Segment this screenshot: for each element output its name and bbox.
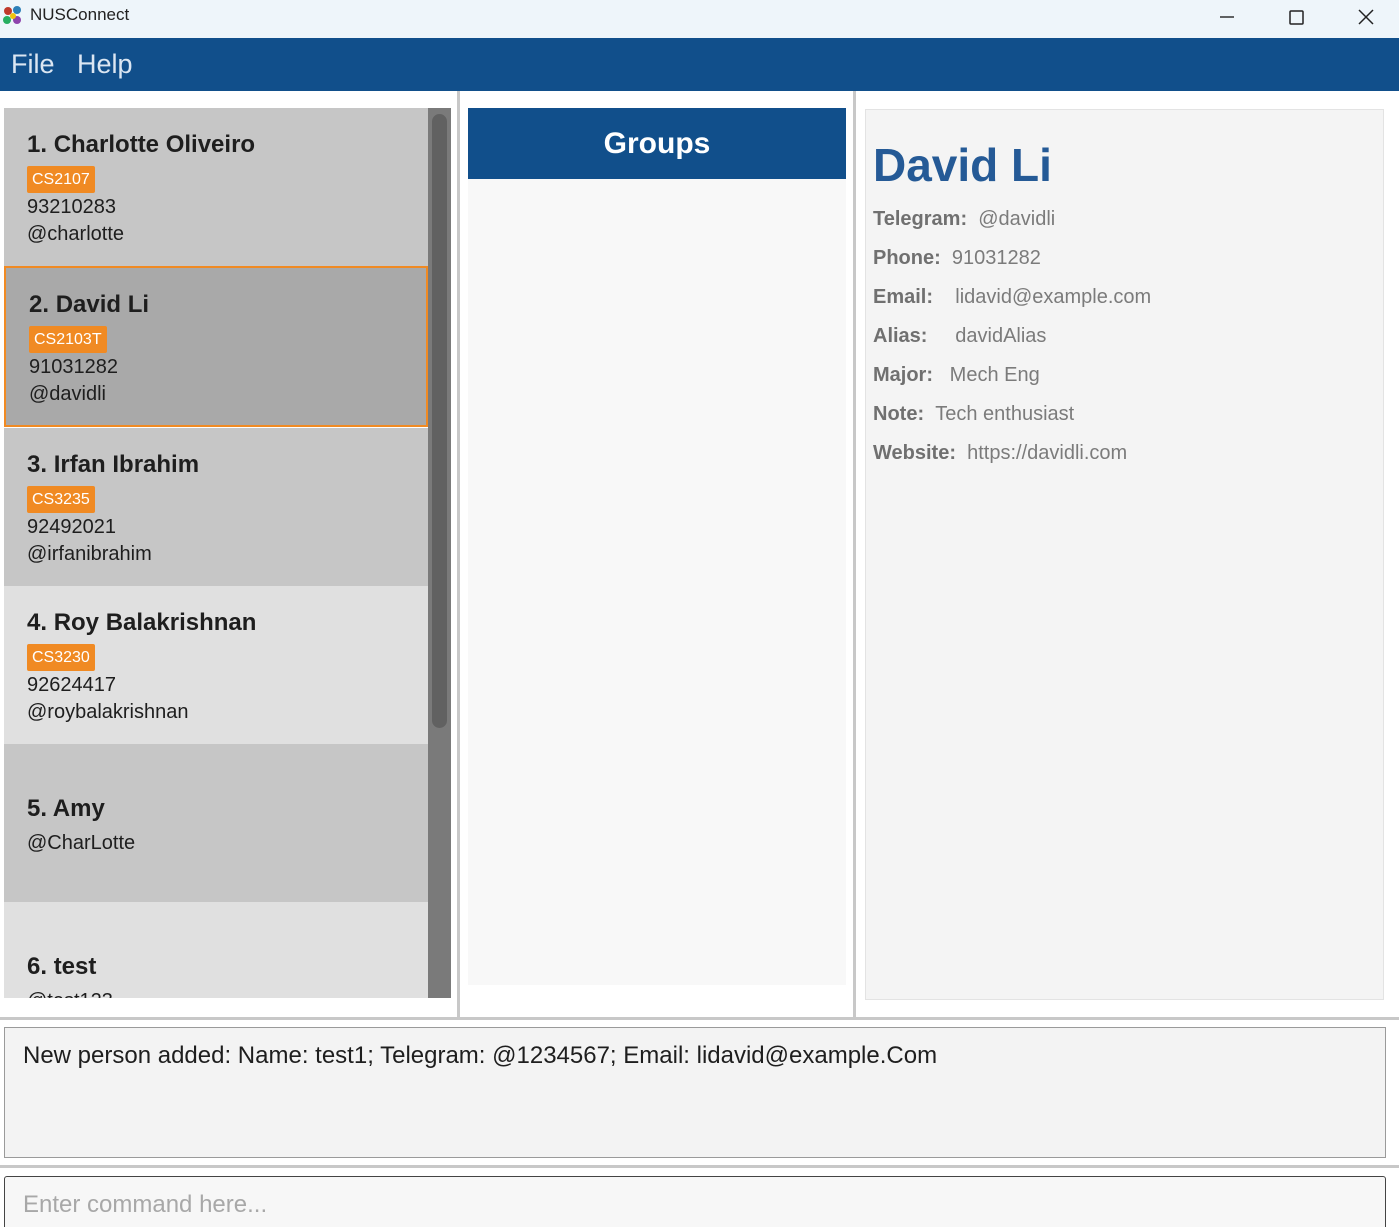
section-divider — [0, 1017, 1399, 1020]
result-text: New person added: Name: test1; Telegram:… — [23, 1042, 938, 1069]
person-phone: 91031282 — [29, 356, 118, 378]
person-card-selected[interactable]: 2. David Li CS2103T 91031282 @davidli — [4, 266, 428, 427]
menu-file[interactable]: File — [11, 49, 55, 80]
person-phone: 92492021 — [27, 516, 116, 538]
panel-divider — [853, 91, 856, 1018]
person-tag: CS3235 — [27, 486, 95, 513]
menu-bar: File Help — [0, 38, 1399, 91]
person-card[interactable]: 6. test @test123 — [4, 902, 428, 998]
person-card[interactable]: 4. Roy Balakrishnan CS3230 92624417 @roy… — [4, 586, 428, 744]
close-button[interactable] — [1331, 0, 1399, 34]
groups-title: Groups — [603, 126, 711, 160]
person-detail-panel — [865, 109, 1384, 1000]
window-title: NUSConnect — [30, 5, 130, 24]
detail-note: Note: Tech enthusiast — [873, 403, 1075, 425]
person-name: 1. Charlotte Oliveiro — [27, 131, 256, 158]
section-divider — [0, 1165, 1399, 1168]
detail-telegram: Telegram: @davidli — [873, 208, 1056, 230]
person-name: 3. Irfan Ibrahim — [27, 451, 200, 478]
command-input[interactable] — [23, 1191, 1363, 1219]
person-list[interactable]: 1. Charlotte Oliveiro CS2107 93210283 @c… — [4, 108, 451, 998]
person-tag: CS3230 — [27, 644, 95, 671]
person-card[interactable]: 3. Irfan Ibrahim CS3235 92492021 @irfani… — [4, 428, 428, 586]
menu-help[interactable]: Help — [77, 49, 133, 80]
list-scrollbar-thumb[interactable] — [432, 114, 447, 728]
detail-email: Email: lidavid@example.com — [873, 286, 1152, 308]
groups-header: Groups — [468, 108, 846, 179]
person-telegram: @test123 — [27, 990, 113, 998]
minimize-icon — [1220, 16, 1234, 18]
person-telegram: @davidli — [29, 383, 107, 405]
command-box — [4, 1176, 1386, 1227]
person-name: 4. Roy Balakrishnan — [27, 609, 257, 636]
person-name: 6. test — [27, 953, 97, 980]
person-card[interactable]: 5. Amy @CharLotte — [4, 744, 428, 902]
detail-alias: Alias: davidAlias — [873, 325, 1047, 347]
person-telegram: @CharLotte — [27, 832, 136, 854]
detail-website: Website: https://davidli.com — [873, 442, 1128, 464]
detail-name: David Li — [873, 139, 1052, 191]
person-telegram: @charlotte — [27, 223, 125, 245]
person-phone: 92624417 — [27, 674, 116, 696]
person-phone: 93210283 — [27, 196, 116, 218]
person-card[interactable]: 1. Charlotte Oliveiro CS2107 93210283 @c… — [4, 108, 428, 266]
panel-divider — [457, 91, 460, 1018]
person-telegram: @roybalakrishnan — [27, 701, 189, 723]
detail-major: Major: Mech Eng — [873, 364, 1040, 386]
person-name: 5. Amy — [27, 795, 105, 822]
person-name: 2. David Li — [29, 291, 150, 318]
app-icon — [3, 6, 21, 24]
person-telegram: @irfanibrahim — [27, 543, 152, 565]
groups-panel — [468, 108, 846, 985]
person-tag: CS2107 — [27, 166, 95, 193]
maximize-button[interactable] — [1261, 0, 1331, 34]
maximize-icon — [1288, 9, 1304, 25]
close-icon — [1358, 9, 1374, 25]
minimize-button[interactable] — [1192, 0, 1262, 34]
person-tag: CS2103T — [29, 326, 107, 353]
detail-phone: Phone: 91031282 — [873, 247, 1041, 269]
title-bar: NUSConnect — [0, 0, 1399, 38]
